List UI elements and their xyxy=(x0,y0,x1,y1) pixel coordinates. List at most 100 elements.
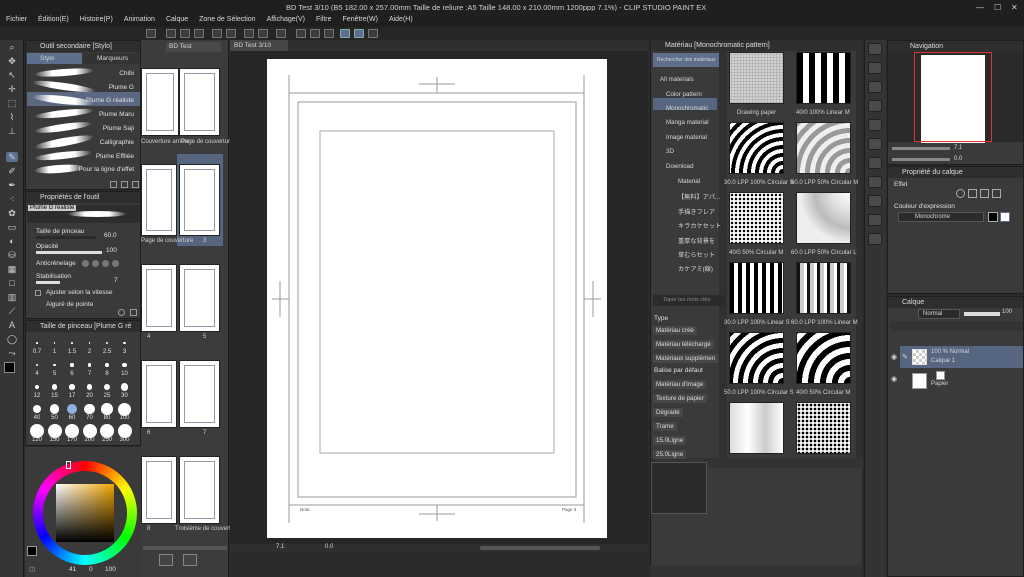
brush-size-dot[interactable] xyxy=(51,384,57,390)
correct-line-icon[interactable]: ⤳ xyxy=(6,348,18,358)
brush-size-dot[interactable] xyxy=(103,383,111,391)
material-thumb[interactable] xyxy=(796,332,851,384)
nav-angle-value[interactable]: 0.0 xyxy=(954,156,962,162)
tree-item[interactable]: Color pattern xyxy=(666,91,702,98)
antialias-weak[interactable] xyxy=(92,260,99,267)
antialias-medium[interactable] xyxy=(102,260,109,267)
tree-scrollbar[interactable] xyxy=(719,50,727,468)
brush-size-dot[interactable] xyxy=(32,404,42,414)
layer-opacity-value[interactable]: 100 xyxy=(1002,309,1012,315)
page-thumb[interactable] xyxy=(179,264,220,332)
brush-size-dot[interactable] xyxy=(66,403,78,415)
page-thumb[interactable] xyxy=(179,68,220,136)
menu-selection[interactable]: Zone de Sélection xyxy=(199,16,255,23)
subview-icon[interactable] xyxy=(868,62,882,74)
page-thumb-current[interactable] xyxy=(179,164,220,236)
tree-item[interactable]: 手描きフレア xyxy=(678,207,715,216)
snap-grid-icon[interactable] xyxy=(368,29,378,38)
stabilization-value[interactable]: 7 xyxy=(114,277,118,284)
tag-created[interactable]: Matériau créé xyxy=(653,326,697,335)
new-icon[interactable] xyxy=(166,29,176,38)
material-search-button[interactable]: Rechercher des matériaux xyxy=(653,53,719,67)
color-slider-icon[interactable] xyxy=(868,214,882,226)
material-thumb[interactable] xyxy=(729,262,784,314)
navigation-preview[interactable] xyxy=(888,52,1023,143)
brush-size-dot[interactable] xyxy=(69,384,75,390)
tag-15-line[interactable]: 15.0Ligne xyxy=(653,436,687,445)
layer-search-icon[interactable] xyxy=(868,157,882,169)
brush-size-slider[interactable] xyxy=(36,236,96,239)
selection-icon[interactable]: ⬚ xyxy=(6,98,18,108)
decoration-icon[interactable]: ✿ xyxy=(6,208,18,218)
brush-size-dot[interactable] xyxy=(47,424,62,438)
canvas-page[interactable]: Nota Page 3 xyxy=(267,59,607,538)
speed-checkbox[interactable] xyxy=(35,290,41,296)
material-thumb[interactable] xyxy=(796,262,851,314)
stabilization-slider[interactable] xyxy=(36,281,60,284)
save-icon[interactable] xyxy=(194,29,204,38)
brush-size-dot[interactable] xyxy=(35,363,39,367)
expression-color-white[interactable] xyxy=(1000,212,1010,222)
invert-icon[interactable] xyxy=(324,29,334,38)
brush-size-dot[interactable] xyxy=(70,363,74,367)
saturation-value-square[interactable] xyxy=(56,484,114,542)
color-history-icon[interactable] xyxy=(868,233,882,245)
material-thumb[interactable] xyxy=(796,52,851,104)
fill-icon[interactable] xyxy=(258,29,268,38)
app-icon[interactable] xyxy=(146,29,156,38)
menu-layer[interactable]: Calque xyxy=(166,16,188,23)
tab-pen[interactable]: Stylo xyxy=(27,53,82,64)
material-thumb[interactable] xyxy=(796,402,851,454)
subtool-item[interactable]: Calligraphie xyxy=(100,139,134,146)
tree-item[interactable]: 重厚な背景を xyxy=(678,236,715,245)
tag-tone[interactable]: Trame xyxy=(653,422,677,431)
page-thumb[interactable] xyxy=(141,456,177,524)
brush-size-dot[interactable] xyxy=(122,362,127,368)
brush-size-dot[interactable] xyxy=(88,342,91,344)
tree-item[interactable]: Manga material xyxy=(666,119,709,126)
pencil-icon[interactable]: ✐ xyxy=(6,166,18,176)
info-icon[interactable] xyxy=(868,81,882,93)
open-icon[interactable] xyxy=(180,29,190,38)
material-thumb[interactable] xyxy=(729,192,784,244)
snap-special-icon[interactable] xyxy=(354,29,364,38)
tag-image-material[interactable]: Matériau d'image xyxy=(653,380,707,389)
brush-size-dot[interactable] xyxy=(53,342,56,344)
layer-opacity-slider[interactable] xyxy=(964,312,1000,316)
brush-size-dot[interactable] xyxy=(71,342,73,344)
brush-size-dot[interactable] xyxy=(123,341,126,345)
brush-size-dot[interactable] xyxy=(117,424,132,438)
deselect-icon[interactable] xyxy=(296,29,306,38)
page-thumb[interactable] xyxy=(141,164,177,236)
blend-icon[interactable]: ◐ xyxy=(6,236,18,246)
copy-subtool-icon[interactable] xyxy=(110,181,117,188)
tone-icon[interactable] xyxy=(980,189,989,198)
layer-color-icon[interactable] xyxy=(992,189,1001,198)
antialias-none[interactable] xyxy=(82,260,89,267)
main-color-swatch[interactable] xyxy=(4,362,15,373)
page-thumb[interactable] xyxy=(141,264,177,332)
saturation-value[interactable]: 0 xyxy=(89,566,93,573)
gradient-icon[interactable]: ▦ xyxy=(6,264,18,274)
subtool-item[interactable]: Chibi xyxy=(119,70,134,77)
transform-move-icon[interactable]: ✛ xyxy=(6,84,18,94)
tree-item[interactable]: All materials xyxy=(660,76,694,83)
brush-size-dot[interactable] xyxy=(105,341,109,345)
brush-size-dot[interactable] xyxy=(86,384,93,390)
brightness-value[interactable]: 100 xyxy=(105,566,116,573)
tag-additional[interactable]: Matériaux supplémen xyxy=(653,354,719,363)
tab-markers[interactable]: Marqueurs xyxy=(83,53,140,64)
redo-icon[interactable] xyxy=(226,29,236,38)
clear-icon[interactable] xyxy=(244,29,254,38)
menu-animation[interactable]: Animation xyxy=(124,16,155,23)
brush-size-dot[interactable] xyxy=(87,363,92,367)
page-thumb[interactable] xyxy=(179,456,220,524)
crop-icon[interactable] xyxy=(310,29,320,38)
swap-color-icon[interactable]: ◫ xyxy=(29,565,35,573)
snap-ruler-icon[interactable] xyxy=(340,29,350,38)
brush-size-value[interactable]: 60.0 xyxy=(104,232,117,239)
balloon-icon[interactable]: ◯ xyxy=(6,334,18,344)
tree-item[interactable]: Image material xyxy=(666,134,707,141)
extract-line-icon[interactable] xyxy=(968,189,977,198)
brush-size-dot[interactable] xyxy=(82,424,97,438)
